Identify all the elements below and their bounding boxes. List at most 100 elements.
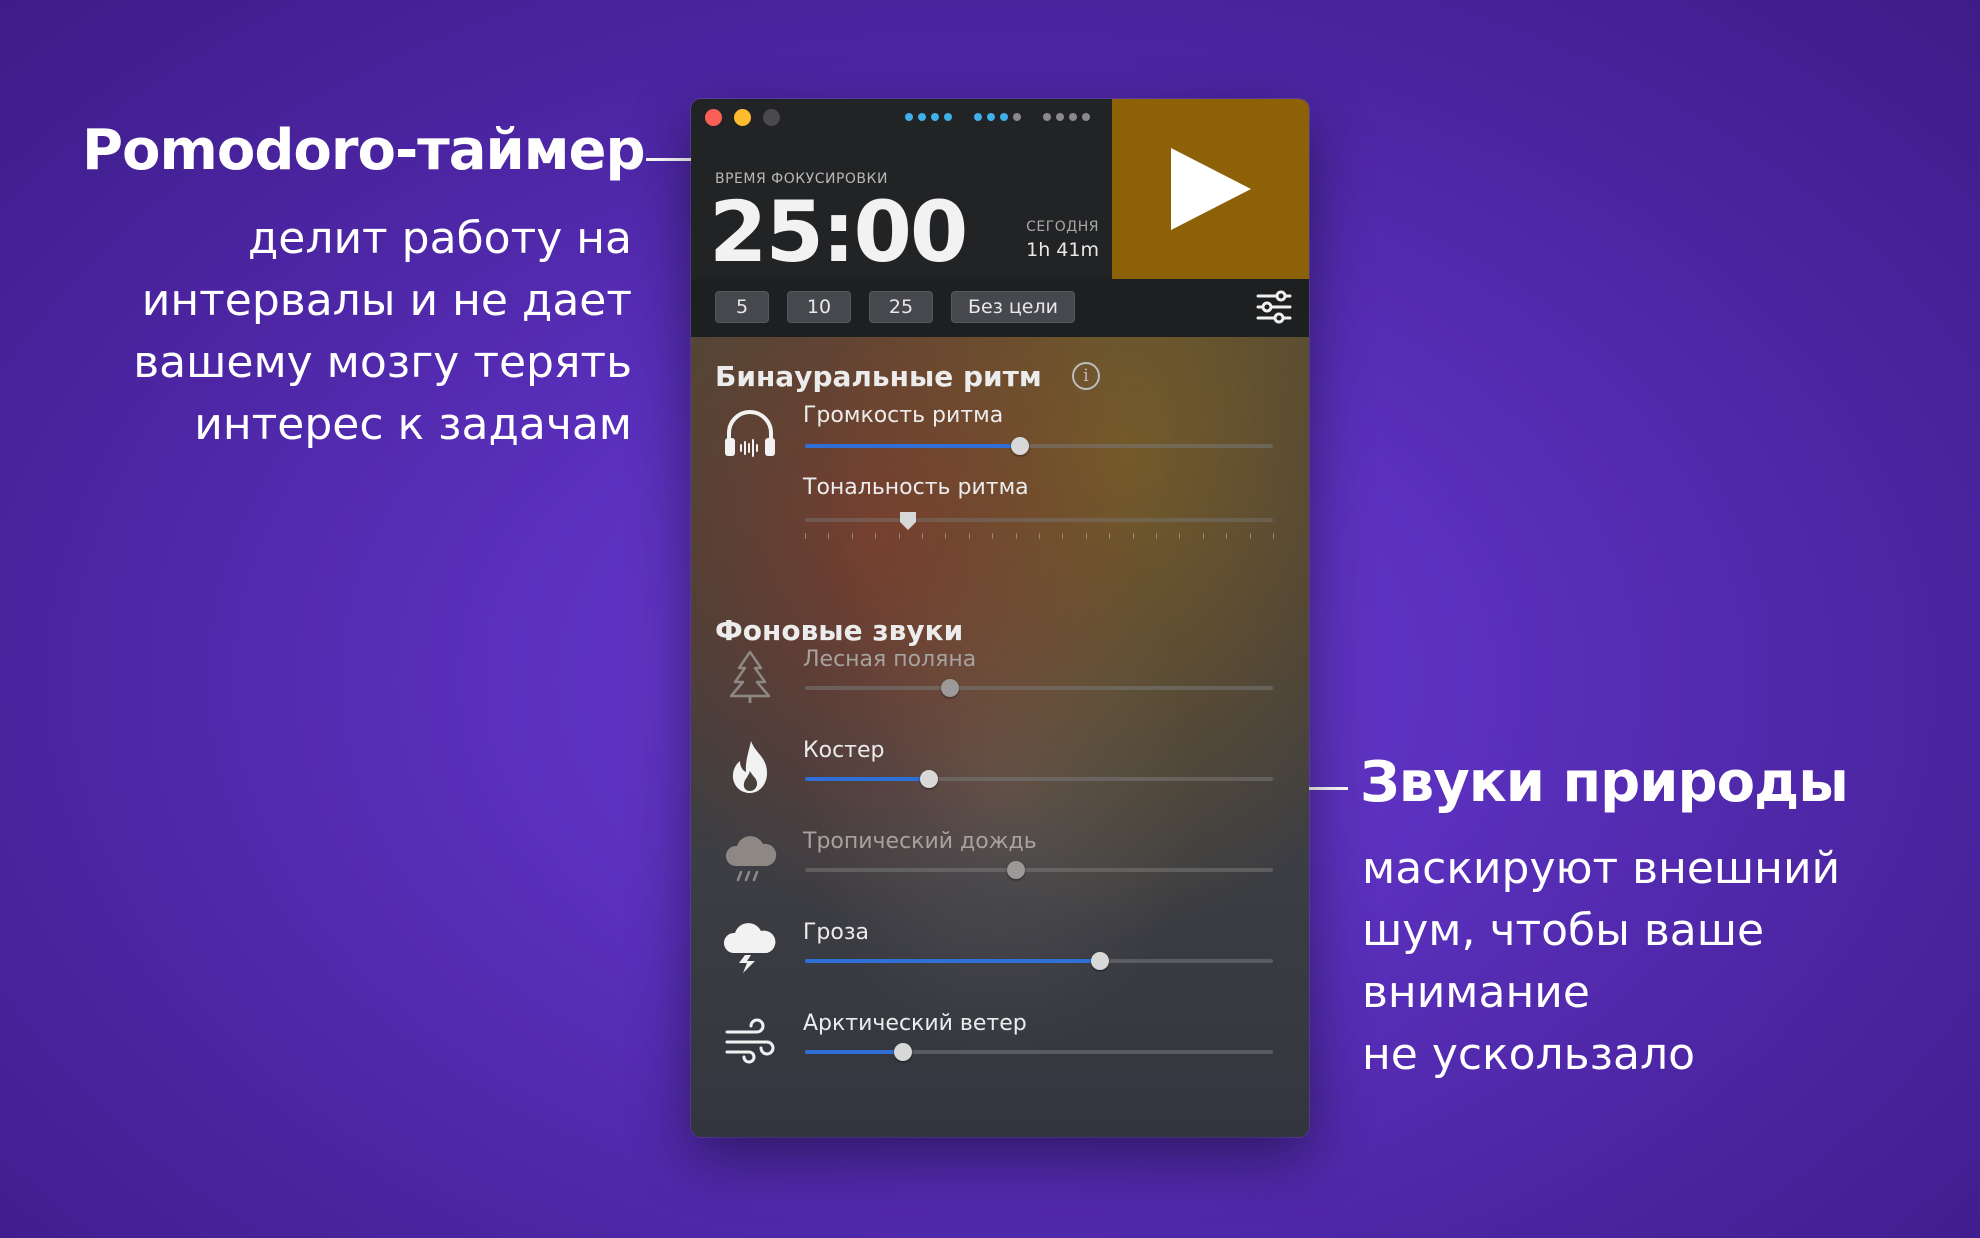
play-button[interactable] <box>1112 99 1309 279</box>
tick-mark <box>1015 533 1017 539</box>
tick-mark <box>898 533 900 539</box>
sound-volume-slider-knob[interactable] <box>894 1043 913 1061</box>
sound-volume-slider-knob[interactable] <box>941 679 960 697</box>
session-dot <box>918 113 926 121</box>
tick-mark <box>1062 533 1064 539</box>
tick-mark <box>851 533 853 539</box>
tick-mark <box>805 533 806 539</box>
tick-mark <box>828 533 830 539</box>
tick-mark <box>1132 533 1134 539</box>
sound-label: Тропический дождь <box>803 829 1037 854</box>
sound-volume-slider[interactable] <box>805 1043 1273 1061</box>
tick-mark <box>1085 533 1087 539</box>
pomodoro-annotation-body: делит работу на интервалы и не дает ваше… <box>133 208 632 456</box>
window-controls <box>705 109 780 126</box>
tick-mark <box>1109 533 1111 539</box>
pomodoro-annotation-line: интервалы и не дает <box>141 275 632 326</box>
sound-label: Гроза <box>803 920 870 945</box>
nature-sounds-annotation-title: Звуки природы <box>1360 750 1849 815</box>
session-dot <box>1000 113 1008 121</box>
sound-panel: Бинауральные ритм i Громкость ритма Тона… <box>691 337 1309 1137</box>
timer-header: ВРЕМЯ ФОКУСИРОВКИ 25:00 СЕГОДНЯ 1h 41m <box>691 99 1309 281</box>
tick-mark <box>968 533 970 539</box>
sound-label: Арктический ветер <box>803 1011 1027 1036</box>
zoom-window-button[interactable] <box>763 109 780 126</box>
sound-volume-slider-fill <box>805 959 1100 963</box>
nature-annotation-line: внимание <box>1362 967 1590 1018</box>
session-dot <box>931 113 939 121</box>
timer-display: 25:00 <box>709 183 968 281</box>
nature-annotation-line: не ускользало <box>1362 1029 1696 1080</box>
tick-mark <box>1179 533 1181 539</box>
session-dot <box>987 113 995 121</box>
preset-5-button[interactable]: 5 <box>715 291 769 323</box>
beat-tone-label: Тональность ритма <box>803 475 1029 500</box>
sound-volume-slider-fill <box>805 777 930 781</box>
beat-tone-slider[interactable] <box>805 512 1273 530</box>
app-window: ВРЕМЯ ФОКУСИРОВКИ 25:00 СЕГОДНЯ 1h 41m 5… <box>691 99 1309 1137</box>
play-icon <box>1170 148 1251 230</box>
tree-icon <box>729 650 771 703</box>
minimize-window-button[interactable] <box>734 109 751 126</box>
session-dot <box>1013 113 1021 121</box>
beat-tone-ticks <box>805 533 1274 541</box>
tick-mark <box>1039 533 1040 539</box>
preset-bar: 5 10 25 Без цели <box>691 279 1309 337</box>
beat-volume-label: Громкость ритма <box>803 403 1004 428</box>
sound-volume-slider[interactable] <box>805 861 1273 879</box>
background-sounds-title: Фоновые звуки <box>715 614 964 647</box>
sound-volume-slider-knob[interactable] <box>920 770 939 788</box>
tick-mark <box>992 533 994 539</box>
pomodoro-annotation-title: Pomodoro-таймер <box>82 118 646 183</box>
tick-mark <box>1202 533 1204 539</box>
session-dot-group <box>1043 113 1090 121</box>
session-dot <box>974 113 982 121</box>
sound-volume-slider[interactable] <box>805 679 1273 697</box>
beat-volume-slider-fill <box>805 444 1021 448</box>
binaural-section-title: Бинауральные ритм <box>715 360 1042 393</box>
preset-10-button[interactable]: 10 <box>787 291 851 323</box>
nature-annotation-line: шум, чтобы ваше <box>1362 905 1765 956</box>
pomodoro-annotation-line: вашему мозгу терять <box>133 337 632 388</box>
headphones-icon <box>725 410 775 457</box>
session-dot <box>1082 113 1090 121</box>
session-dot <box>1069 113 1077 121</box>
sound-label: Лесная поляна <box>803 647 977 672</box>
sound-volume-slider-fill <box>805 1050 904 1054</box>
nature-annotation-line: маскируют внешний <box>1362 843 1841 894</box>
sound-volume-slider-knob[interactable] <box>1090 952 1109 970</box>
today-label: СЕГОДНЯ <box>1026 219 1099 235</box>
session-dot-group <box>905 113 952 121</box>
info-icon[interactable]: i <box>1072 362 1100 390</box>
fire-icon <box>732 741 767 793</box>
today-total-value: 1h 41m <box>1026 239 1099 261</box>
session-progress-dots <box>905 113 1090 121</box>
nature-sounds-annotation-body: маскируют внешний шум, чтобы ваше вниман… <box>1362 838 1840 1086</box>
session-dot <box>1056 113 1064 121</box>
tick-mark <box>1273 533 1274 539</box>
rain-cloud-icon <box>725 836 777 882</box>
sliders-icon[interactable] <box>1255 289 1293 325</box>
tick-mark <box>1226 533 1228 539</box>
sound-volume-slider[interactable] <box>805 952 1273 970</box>
tick-mark <box>875 533 877 539</box>
tick-mark <box>1249 533 1251 539</box>
tick-mark <box>922 533 923 539</box>
thunderstorm-icon <box>723 923 776 973</box>
sound-label: Костер <box>803 738 885 763</box>
session-dot <box>905 113 913 121</box>
session-dot <box>1043 113 1051 121</box>
beat-volume-slider[interactable] <box>805 437 1273 455</box>
pomodoro-annotation-line: интерес к задачам <box>194 399 632 450</box>
close-window-button[interactable] <box>705 109 722 126</box>
tick-mark <box>945 533 947 539</box>
session-dot-group <box>974 113 1021 121</box>
no-goal-button[interactable]: Без цели <box>951 291 1075 323</box>
wind-icon <box>725 1018 775 1064</box>
preset-25-button[interactable]: 25 <box>869 291 933 323</box>
tick-mark <box>1156 533 1157 539</box>
sound-volume-slider-knob[interactable] <box>1006 861 1025 879</box>
beat-volume-slider-knob[interactable] <box>1011 437 1030 455</box>
sound-volume-slider[interactable] <box>805 770 1273 788</box>
session-dot <box>944 113 952 121</box>
